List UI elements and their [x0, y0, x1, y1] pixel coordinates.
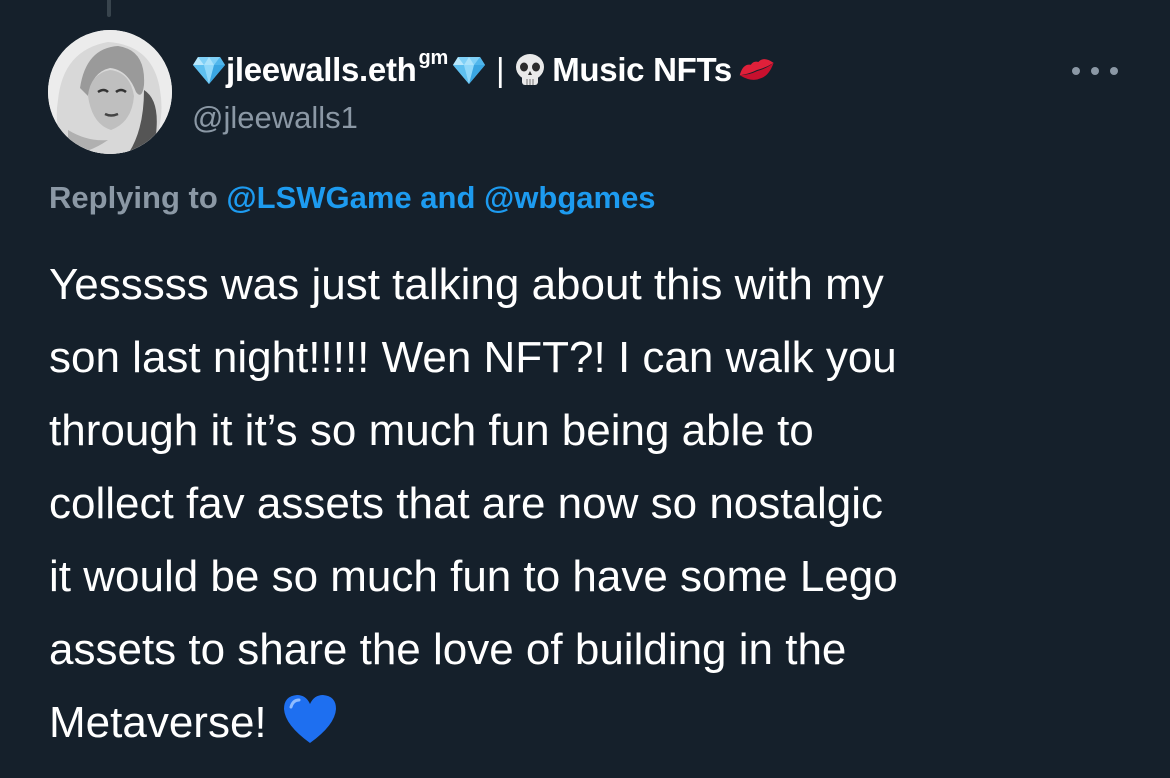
- tweet-text: Yesssss was just talking about this with…: [49, 260, 898, 747]
- display-name-superscript: gm: [418, 46, 449, 69]
- display-name-prefix: jleewalls.eth: [226, 51, 417, 88]
- author-handle[interactable]: @jleewalls1: [192, 100, 358, 136]
- display-name-separator: |: [495, 51, 505, 88]
- replying-to-label: Replying to: [49, 180, 218, 215]
- thread-connector-line: [107, 0, 111, 17]
- blue-heart-icon: [281, 693, 339, 767]
- replying-to-conjunction: and: [420, 180, 476, 215]
- avatar[interactable]: [48, 30, 172, 154]
- kiss-lips-icon: [736, 54, 778, 86]
- mention-wbgames[interactable]: @wbgames: [484, 180, 656, 215]
- diamond-icon: [452, 55, 486, 85]
- tweet-text-container: Yesssss was just talking about this with…: [49, 248, 1149, 767]
- avatar-photo: [48, 30, 172, 154]
- display-name-suffix: Music NFTs: [552, 51, 732, 88]
- diamond-icon: [192, 55, 226, 85]
- more-options-icon[interactable]: [1072, 64, 1118, 78]
- skull-icon: [514, 53, 546, 87]
- replying-to-line: Replying to @LSWGame and @wbgames: [49, 180, 656, 216]
- author-display-name[interactable]: jleewalls.eth gm | Music NFTs: [192, 46, 1170, 90]
- mention-lswgame[interactable]: @LSWGame: [226, 180, 411, 215]
